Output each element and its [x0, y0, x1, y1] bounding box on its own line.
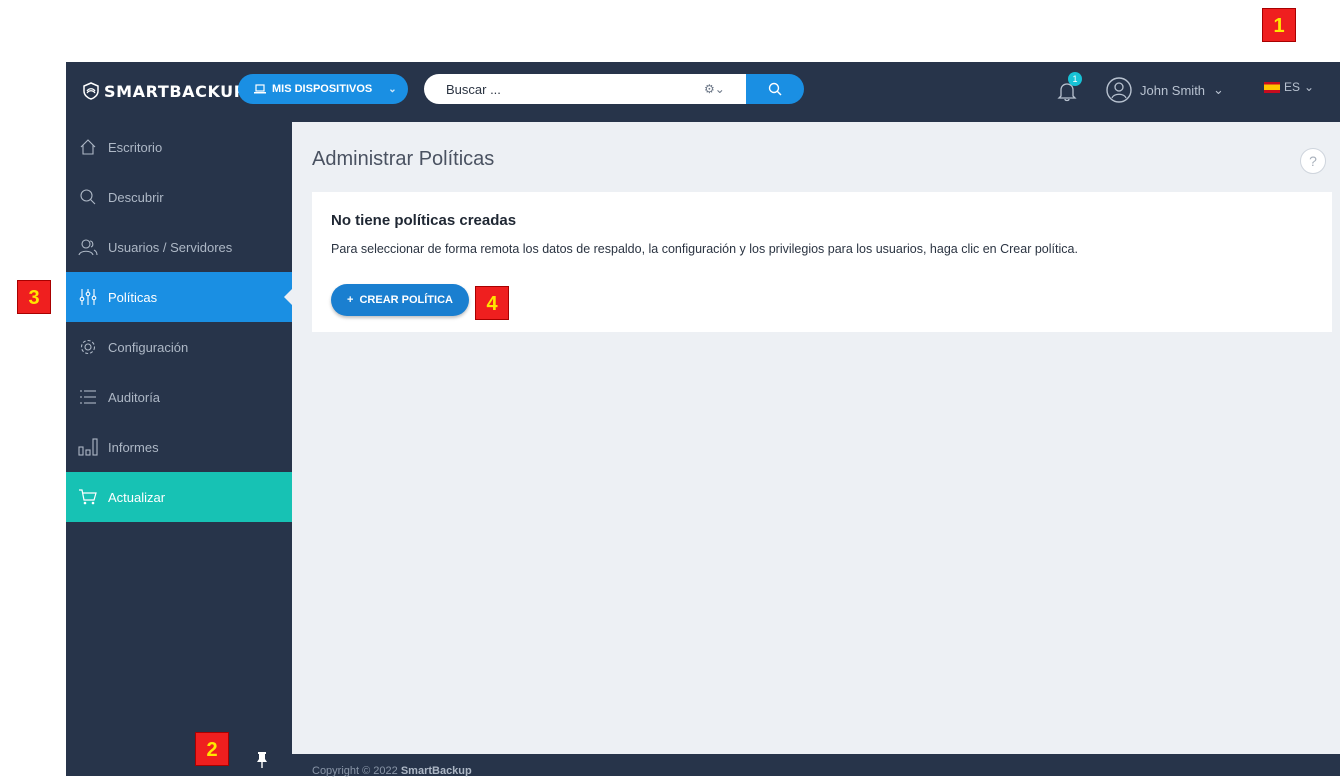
bar-chart-icon	[78, 437, 98, 457]
laptop-icon	[254, 84, 266, 94]
chevron-down-icon: ⌄	[1304, 80, 1315, 94]
create-policy-button[interactable]: + CREAR POLÍTICA	[331, 284, 469, 316]
cart-icon	[78, 487, 98, 507]
annotation-marker-4: 4	[475, 286, 509, 320]
sidebar-item-politicas[interactable]: Políticas	[66, 272, 292, 322]
language-label: ES	[1284, 80, 1301, 94]
annotation-marker-1: 1	[1262, 8, 1296, 42]
sidebar-item-descubrir[interactable]: Descubrir	[66, 172, 292, 222]
sliders-icon	[78, 287, 98, 307]
empty-state-title: No tiene políticas creadas	[331, 212, 517, 229]
help-icon[interactable]: ?	[1300, 148, 1326, 174]
gear-icon	[78, 337, 98, 357]
annotation-marker-2: 2	[195, 732, 229, 766]
app-window: SMARTBACKUP MIS DISPOSITIVOS ⌄ ⚙⌄ 1 John…	[66, 62, 1340, 777]
sidebar-item-usuarios-servidores[interactable]: Usuarios / Servidores	[66, 222, 292, 272]
language-selector[interactable]: ES ⌄	[1264, 80, 1314, 94]
top-bar: SMARTBACKUP MIS DISPOSITIVOS ⌄ ⚙⌄ 1 John…	[66, 62, 1340, 122]
users-icon	[78, 237, 98, 257]
list-icon	[78, 387, 98, 407]
sidebar-item-label: Descubrir	[108, 189, 164, 205]
pin-sidebar-icon[interactable]	[256, 752, 268, 771]
search-options-gear-icon[interactable]: ⚙⌄	[704, 82, 725, 96]
sidebar-item-label: Escritorio	[108, 139, 163, 155]
avatar-icon	[1106, 77, 1132, 103]
notifications-badge: 1	[1068, 72, 1082, 86]
sidebar-item-label: Políticas	[108, 289, 158, 305]
user-name: John Smith	[1140, 82, 1206, 98]
create-policy-label: CREAR POLÍTICA	[359, 294, 453, 306]
sidebar-item-label: Configuración	[108, 339, 189, 355]
sidebar: Escritorio Descubrir Usuarios / Servidor…	[66, 122, 292, 776]
brand-name: SMARTBACKUP	[104, 81, 247, 101]
empty-state-text: Para seleccionar de forma remota los dat…	[331, 242, 1078, 256]
shield-icon	[83, 82, 99, 100]
search-input[interactable]	[424, 74, 746, 104]
sidebar-item-label: Informes	[108, 439, 159, 455]
search-icon	[78, 187, 98, 207]
copyright-text: Copyright © 2022 SmartBackup	[312, 765, 472, 777]
sidebar-item-label: Auditoría	[108, 389, 161, 405]
sidebar-item-escritorio[interactable]: Escritorio	[66, 122, 292, 172]
active-indicator	[284, 289, 292, 305]
sidebar-item-actualizar[interactable]: Actualizar	[66, 472, 292, 522]
search-bar: ⚙⌄	[424, 74, 804, 104]
my-devices-label: MIS DISPOSITIVOS	[272, 83, 373, 95]
chevron-down-icon: ⌄	[1213, 82, 1224, 97]
search-icon	[768, 82, 782, 96]
home-icon	[78, 137, 98, 157]
copyright-prefix: Copyright © 2022	[312, 765, 398, 777]
search-button[interactable]	[746, 74, 804, 104]
sidebar-item-label: Usuarios / Servidores	[108, 239, 233, 255]
sidebar-item-label: Actualizar	[108, 489, 166, 505]
sidebar-item-informes[interactable]: Informes	[66, 422, 292, 472]
plus-icon: +	[347, 294, 354, 306]
sidebar-item-auditoria[interactable]: Auditoría	[66, 372, 292, 422]
page-title: Administrar Políticas	[312, 148, 495, 170]
footer: Copyright © 2022 SmartBackup	[292, 754, 1340, 777]
empty-state-card: No tiene políticas creadas Para seleccio…	[312, 192, 1332, 332]
sidebar-item-configuracion[interactable]: Configuración	[66, 322, 292, 372]
my-devices-button[interactable]: MIS DISPOSITIVOS ⌄	[238, 74, 408, 104]
user-menu[interactable]: John Smith ⌄	[1106, 76, 1224, 104]
copyright-brand: SmartBackup	[400, 765, 472, 777]
annotation-marker-3: 3	[17, 280, 51, 314]
spain-flag-icon	[1264, 81, 1280, 93]
brand-logo[interactable]: SMARTBACKUP	[82, 79, 246, 103]
chevron-down-icon: ⌄	[388, 83, 397, 95]
